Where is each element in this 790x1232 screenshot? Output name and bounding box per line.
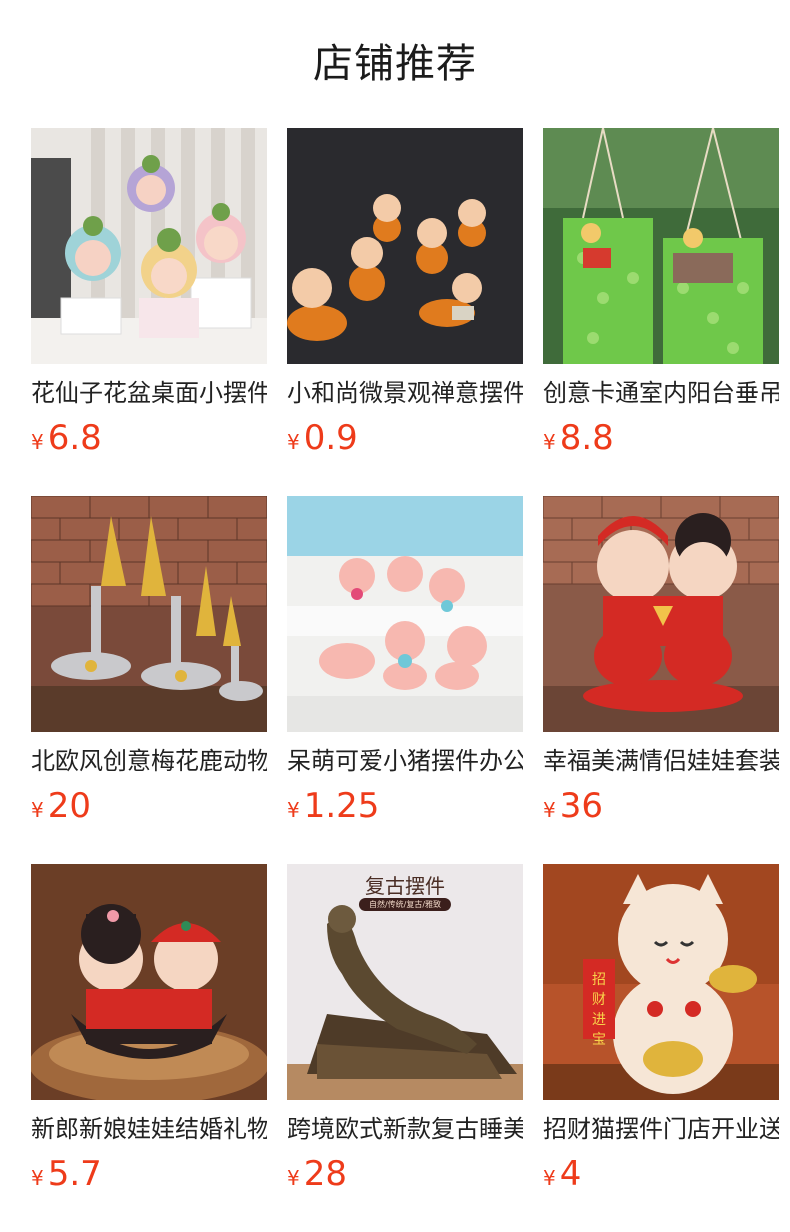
product-card[interactable]: 花仙子花盆桌面小摆件 ¥6.8: [31, 128, 267, 458]
scroll-char: 财: [592, 992, 606, 1008]
scroll-char: 招: [592, 972, 606, 988]
product-image-fairy-flower-pots[interactable]: [31, 128, 267, 364]
product-price: ¥20: [31, 786, 267, 826]
product-image-hanging-plants[interactable]: [543, 128, 779, 364]
scroll-char: 进: [592, 1012, 606, 1028]
thumb-overlay-title: 复古摆件: [365, 874, 445, 898]
product-name[interactable]: 创意卡通室内阳台垂吊: [543, 378, 779, 408]
section-title: 店铺推荐: [313, 41, 477, 87]
product-price: ¥4: [543, 1154, 779, 1194]
product-price: ¥28: [287, 1154, 523, 1194]
product-image-cute-pigs[interactable]: [287, 496, 523, 732]
product-name[interactable]: 北欧风创意梅花鹿动物摆件: [31, 746, 267, 776]
product-card[interactable]: 复古摆件 自然/传统/复古/雅致 跨境欧式新款复古睡美人 ¥28: [287, 864, 523, 1194]
price-value: 28: [303, 1154, 347, 1194]
currency-symbol: ¥: [287, 798, 300, 822]
price-value: 8.8: [559, 418, 614, 458]
product-name[interactable]: 呆萌可爱小猪摆件办公: [287, 746, 523, 776]
price-value: 6.8: [47, 418, 102, 458]
price-value: 36: [559, 786, 603, 826]
product-card[interactable]: 创意卡通室内阳台垂吊 ¥8.8: [543, 128, 779, 458]
currency-symbol: ¥: [287, 430, 300, 454]
currency-symbol: ¥: [31, 430, 44, 454]
product-name[interactable]: 小和尚微景观禅意摆件: [287, 378, 523, 408]
product-image-little-monks[interactable]: [287, 128, 523, 364]
product-card[interactable]: 招 财 进 宝 招财猫摆件门店开业送礼 ¥4: [543, 864, 779, 1194]
currency-symbol: ¥: [543, 1166, 556, 1190]
currency-symbol: ¥: [31, 798, 44, 822]
product-name[interactable]: 招财猫摆件门店开业送礼: [543, 1114, 779, 1144]
product-image-golden-deer[interactable]: [31, 496, 267, 732]
product-name[interactable]: 花仙子花盆桌面小摆件: [31, 378, 267, 408]
product-price: ¥8.8: [543, 418, 779, 458]
product-card[interactable]: 新郎新娘娃娃结婚礼物 ¥5.7: [31, 864, 267, 1194]
currency-symbol: ¥: [543, 798, 556, 822]
product-image-bride-groom-boat[interactable]: [31, 864, 267, 1100]
currency-symbol: ¥: [543, 430, 556, 454]
product-card[interactable]: 北欧风创意梅花鹿动物摆件 ¥20: [31, 496, 267, 826]
product-price: ¥0.9: [287, 418, 523, 458]
thumb-overlay-subtitle: 自然/传统/复古/雅致: [358, 898, 452, 911]
product-name[interactable]: 跨境欧式新款复古睡美人: [287, 1114, 523, 1144]
product-name[interactable]: 幸福美满情侣娃娃套装: [543, 746, 779, 776]
product-grid: 花仙子花盆桌面小摆件 ¥6.8 小和尚微景观禅意摆件 ¥0.9 创意卡通室内阳台…: [0, 128, 790, 1228]
price-value: 20: [47, 786, 91, 826]
currency-symbol: ¥: [31, 1166, 44, 1190]
product-price: ¥6.8: [31, 418, 267, 458]
currency-symbol: ¥: [287, 1166, 300, 1190]
product-price: ¥1.25: [287, 786, 523, 826]
product-price: ¥5.7: [31, 1154, 267, 1194]
price-value: 0.9: [303, 418, 358, 458]
product-card[interactable]: 呆萌可爱小猪摆件办公 ¥1.25: [287, 496, 523, 826]
product-card[interactable]: 小和尚微景观禅意摆件 ¥0.9: [287, 128, 523, 458]
product-price: ¥36: [543, 786, 779, 826]
product-image-lucky-cat[interactable]: 招 财 进 宝: [543, 864, 779, 1100]
product-card[interactable]: 幸福美满情侣娃娃套装 ¥36: [543, 496, 779, 826]
product-image-vintage-reclining-statue[interactable]: 复古摆件 自然/传统/复古/雅致: [287, 864, 523, 1100]
scroll-char: 宝: [592, 1032, 606, 1048]
price-value: 4: [559, 1154, 582, 1194]
product-image-couple-dolls[interactable]: [543, 496, 779, 732]
price-value: 1.25: [303, 786, 380, 826]
product-name[interactable]: 新郎新娘娃娃结婚礼物: [31, 1114, 267, 1144]
price-value: 5.7: [47, 1154, 102, 1194]
